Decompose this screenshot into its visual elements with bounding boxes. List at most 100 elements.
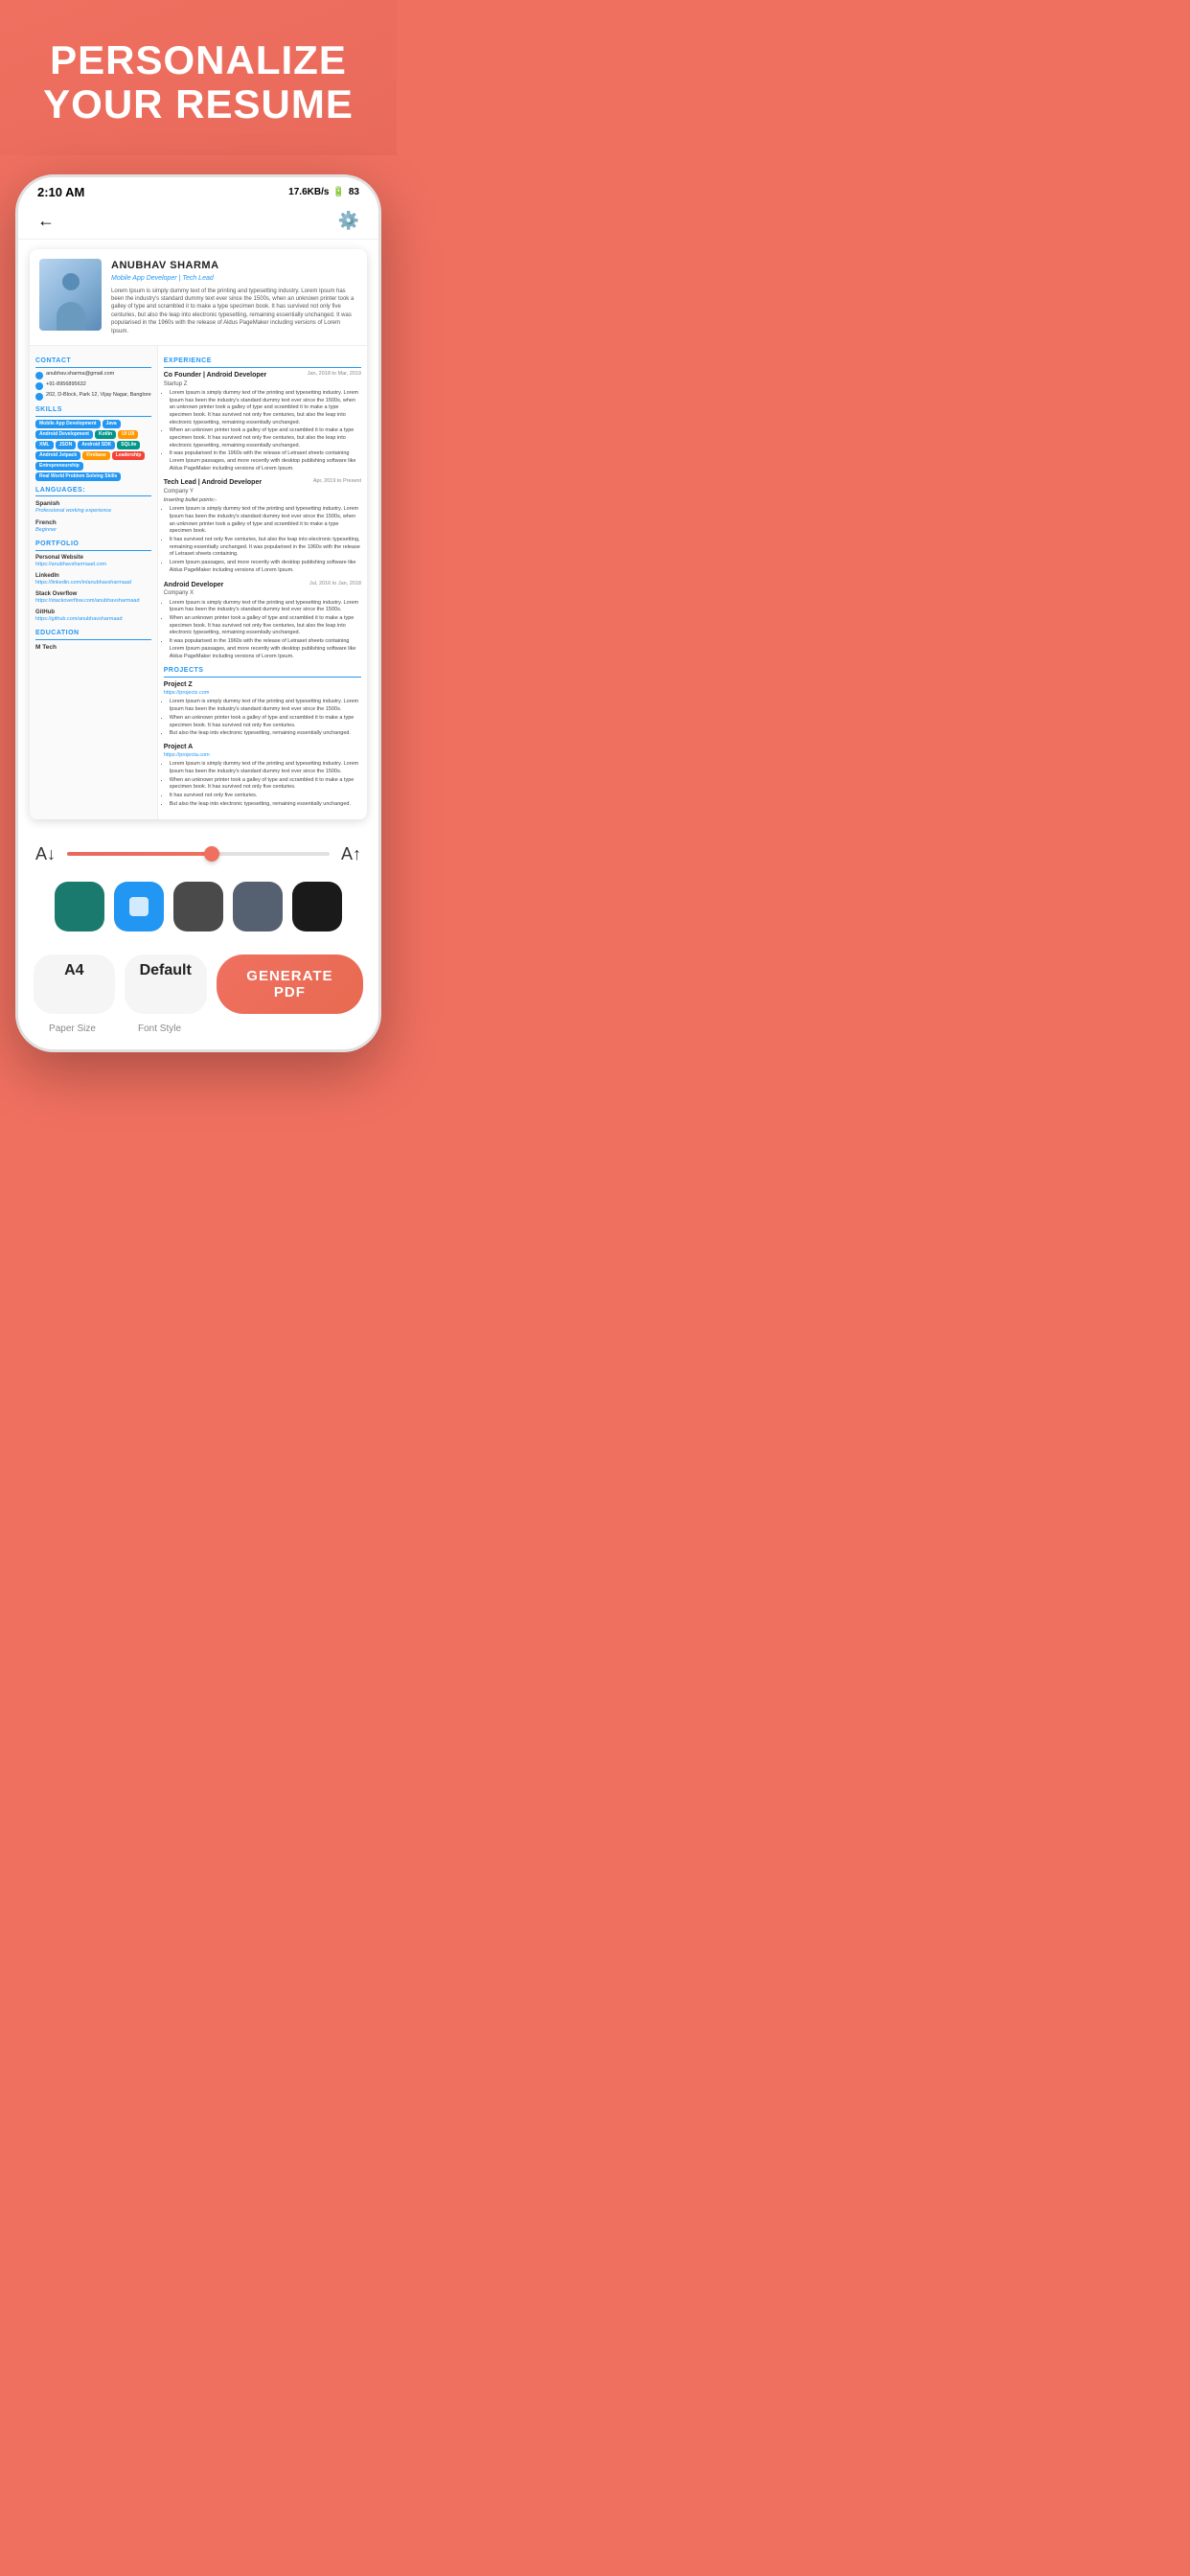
exp-bullet: Lorem Ipsum passages, and more recently … [170, 560, 361, 574]
project-link[interactable]: https://projectz.com [164, 690, 361, 698]
color-swatch-1[interactable] [114, 882, 164, 932]
color-swatch-0[interactable] [55, 882, 104, 932]
color-swatch-2[interactable] [173, 882, 223, 932]
skill-tag: SQLite [117, 441, 140, 449]
portfolio-label: GitHub [35, 609, 151, 616]
resume-name: ANUBHAV SHARMA [111, 259, 357, 273]
skill-tag: Android SDK [78, 441, 115, 449]
exp-role: Android Developer [164, 581, 224, 590]
skill-tag: UI UX [118, 430, 138, 439]
portfolio-item: Stack Overflow https://stackoverflow.com… [35, 590, 151, 606]
resume-body: CONTACT anubhav.sharma@gmail.com +91-895… [30, 346, 367, 819]
experience-container: Co Founder | Android Developer Startup Z… [164, 371, 361, 661]
bottom-settings: A4 Default GENERATE PDF [18, 943, 378, 1020]
exp-bullets: Lorem Ipsum is simply dummy text of the … [170, 600, 361, 661]
paper-size-value: A4 [49, 962, 100, 979]
language-name: Spanish [35, 499, 151, 508]
exp-role: Tech Lead | Android Developer [164, 478, 262, 488]
contact-email: anubhav.sharma@gmail.com [35, 371, 151, 380]
skills-section-title: SKILLS [35, 405, 151, 417]
exp-bullets: Lorem Ipsum is simply dummy text of the … [170, 506, 361, 574]
paper-size-pill[interactable]: A4 [34, 954, 115, 1014]
project-bullet: But also the leap into electronic typese… [170, 801, 361, 809]
font-size-slider[interactable] [67, 852, 330, 856]
portfolio-container: Personal Website https://anubhavsharmaad… [35, 554, 151, 624]
project-bullet: But also the leap into electronic typese… [170, 730, 361, 738]
resume-job-title: Mobile App Developer | Tech Lead [111, 274, 357, 284]
project-item: Project Z https://projectz.com Lorem Ips… [164, 680, 361, 738]
settings-icon[interactable]: ⚙️ [338, 211, 359, 231]
projects-container: Project Z https://projectz.com Lorem Ips… [164, 680, 361, 809]
exp-bullet: Lorem Ipsum is simply dummy text of the … [170, 506, 361, 536]
resume-left-column: CONTACT anubhav.sharma@gmail.com +91-895… [30, 346, 158, 819]
experience-item: Tech Lead | Android Developer Company Y … [164, 478, 361, 574]
skill-tag: Kotlin [95, 430, 116, 439]
portfolio-label: Stack Overflow [35, 590, 151, 598]
skill-tag: XML [35, 441, 54, 449]
exp-bullet: Lorem Ipsum is simply dummy text of the … [170, 600, 361, 614]
project-bullet: Lorem Ipsum is simply dummy text of the … [170, 761, 361, 775]
email-icon [35, 372, 43, 380]
skill-tag: Real World Problem Solving Skills [35, 472, 121, 481]
resume-card: ANUBHAV SHARMA Mobile App Developer | Te… [30, 249, 367, 818]
portfolio-item: Personal Website https://anubhavsharmaad… [35, 554, 151, 569]
exp-note: Inserting bullet points:- [164, 497, 361, 505]
exp-bullet: When an unknown printer took a galley of… [170, 427, 361, 449]
font-style-value: Default [140, 962, 192, 979]
font-style-label: Font Style [121, 1024, 198, 1034]
exp-company: Startup Z [164, 380, 266, 388]
contact-section-title: CONTACT [35, 356, 151, 368]
exp-role: Co Founder | Android Developer [164, 371, 266, 380]
education-section-title: EDUCATION [35, 629, 151, 640]
phone-icon [35, 382, 43, 390]
font-decrease-button[interactable]: A↓ [34, 842, 57, 866]
languages-container: Spanish Professional working experience F… [35, 499, 151, 535]
portfolio-link[interactable]: https://github.com/anubhavsharmaad [35, 616, 151, 624]
generate-pdf-button[interactable]: GENERATE PDF [217, 954, 363, 1014]
experience-item: Co Founder | Android Developer Startup Z… [164, 371, 361, 473]
edu-degree: M Tech [35, 643, 151, 652]
skill-tag: Entrepreneurship [35, 462, 83, 471]
color-swatch-3[interactable] [233, 882, 283, 932]
status-time: 2:10 AM [37, 185, 84, 199]
project-name: Project Z [164, 680, 361, 690]
project-bullet: When an unknown printer took a galley of… [170, 715, 361, 729]
language-level: Beginner [35, 527, 151, 535]
exp-bullet: It was popularised in the 1960s with the… [170, 450, 361, 472]
nav-bar: ← ⚙️ [18, 203, 378, 240]
font-style-pill[interactable]: Default [125, 954, 207, 1014]
language-level: Professional working experience [35, 508, 151, 516]
exp-bullet: Lorem Ipsum is simply dummy text of the … [170, 390, 361, 426]
status-right: 17.6KB/s 🔋 83 [288, 187, 359, 197]
slider-thumb[interactable] [204, 846, 219, 862]
resume-photo [39, 259, 102, 331]
skill-tag: Leadership [112, 451, 146, 460]
portfolio-link[interactable]: https://linkedin.com/in/anubhavsharmaad [35, 580, 151, 587]
hero-section: PERSONALIZE YOUR RESUME [0, 0, 397, 155]
font-size-bar: A↓ A↑ [18, 829, 378, 874]
phone-text: +91-8956895632 [46, 381, 86, 389]
project-link[interactable]: https://projecta.com [164, 752, 361, 760]
language-name: French [35, 518, 151, 527]
exp-bullets: Lorem Ipsum is simply dummy text of the … [170, 390, 361, 473]
exp-bullet: It was popularised in the 1960s with the… [170, 638, 361, 660]
font-increase-button[interactable]: A↑ [339, 842, 363, 866]
portfolio-link[interactable]: https://anubhavsharmaad.com [35, 562, 151, 569]
address-icon [35, 393, 43, 401]
phone-frame: 2:10 AM 17.6KB/s 🔋 83 ← ⚙️ ANUBHAV SHARM… [15, 174, 381, 1051]
skill-tag: Java [103, 420, 121, 428]
project-name: Project A [164, 743, 361, 752]
hero-title: PERSONALIZE YOUR RESUME [29, 38, 368, 126]
back-button[interactable]: ← [37, 211, 55, 231]
skill-tag: Firebase [82, 451, 110, 460]
email-text: anubhav.sharma@gmail.com [46, 371, 114, 379]
language-item: Spanish Professional working experience [35, 499, 151, 516]
portfolio-link[interactable]: https://stackoverflow.com/anubhavsharmaa… [35, 598, 151, 606]
project-bullet: Lorem Ipsum is simply dummy text of the … [170, 699, 361, 713]
contact-phone: +91-8956895632 [35, 381, 151, 390]
education-item: M Tech [35, 643, 151, 652]
color-swatch-4[interactable] [292, 882, 342, 932]
exp-company: Company X [164, 589, 224, 597]
bottom-labels-row: Paper Size Font Style [18, 1020, 378, 1049]
project-bullet: When an unknown printer took a galley of… [170, 777, 361, 792]
